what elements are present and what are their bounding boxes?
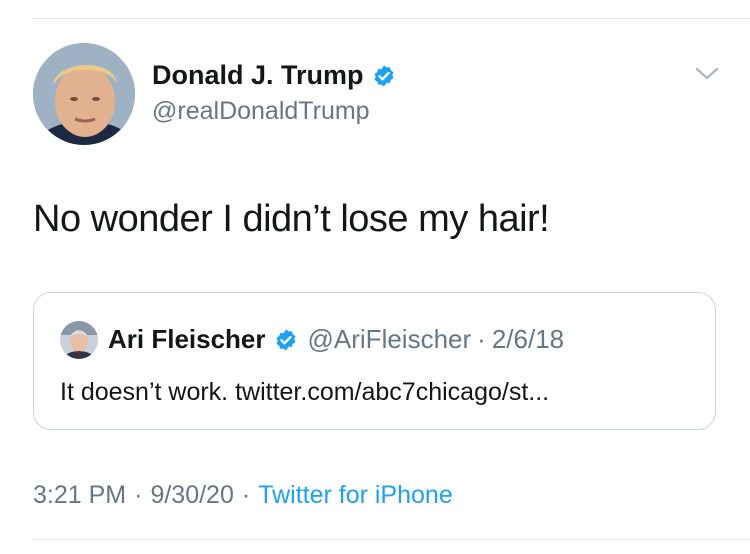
author-name[interactable]: Donald J. Trump	[152, 60, 364, 91]
quoted-author-handle: @AriFleischer	[307, 324, 472, 354]
verified-badge-icon	[374, 65, 393, 86]
avatar-portrait-icon	[33, 43, 135, 145]
quoted-tweet-text: It doesn’t work. twitter.com/abc7chicago…	[60, 378, 550, 406]
quoted-tweet-date: 2/6/18	[491, 324, 565, 354]
quoted-tweet-separator: ·	[477, 324, 486, 354]
quoted-tweet-card[interactable]: Ari Fleischer @AriFleischer · 2/6/18 It …	[33, 292, 716, 430]
author-handle[interactable]: @realDonaldTrump	[152, 97, 370, 126]
bottom-divider	[32, 539, 750, 540]
tweet-date[interactable]: 9/30/20	[150, 481, 233, 510]
author-display-name-row: Donald J. Trump	[152, 60, 396, 91]
meta-separator: ·	[134, 481, 143, 509]
quoted-tweet-header: Ari Fleischer @AriFleischer · 2/6/18	[108, 324, 564, 355]
quoted-author-name: Ari Fleischer	[108, 324, 266, 354]
avatar-portrait-icon	[60, 321, 98, 359]
chevron-down-icon[interactable]	[694, 64, 720, 84]
top-divider	[32, 18, 750, 19]
tweet-metadata: 3:21 PM · 9/30/20 · Twitter for iPhone	[33, 481, 453, 510]
tweet-text: No wonder I didn’t lose my hair!	[33, 198, 550, 240]
author-avatar[interactable]	[33, 43, 135, 145]
tweet-source-link[interactable]: Twitter for iPhone	[258, 481, 453, 510]
meta-separator: ·	[241, 481, 251, 509]
quoted-author-avatar	[60, 321, 98, 359]
tweet-time[interactable]: 3:21 PM	[33, 481, 126, 510]
verified-badge-icon	[276, 329, 295, 350]
